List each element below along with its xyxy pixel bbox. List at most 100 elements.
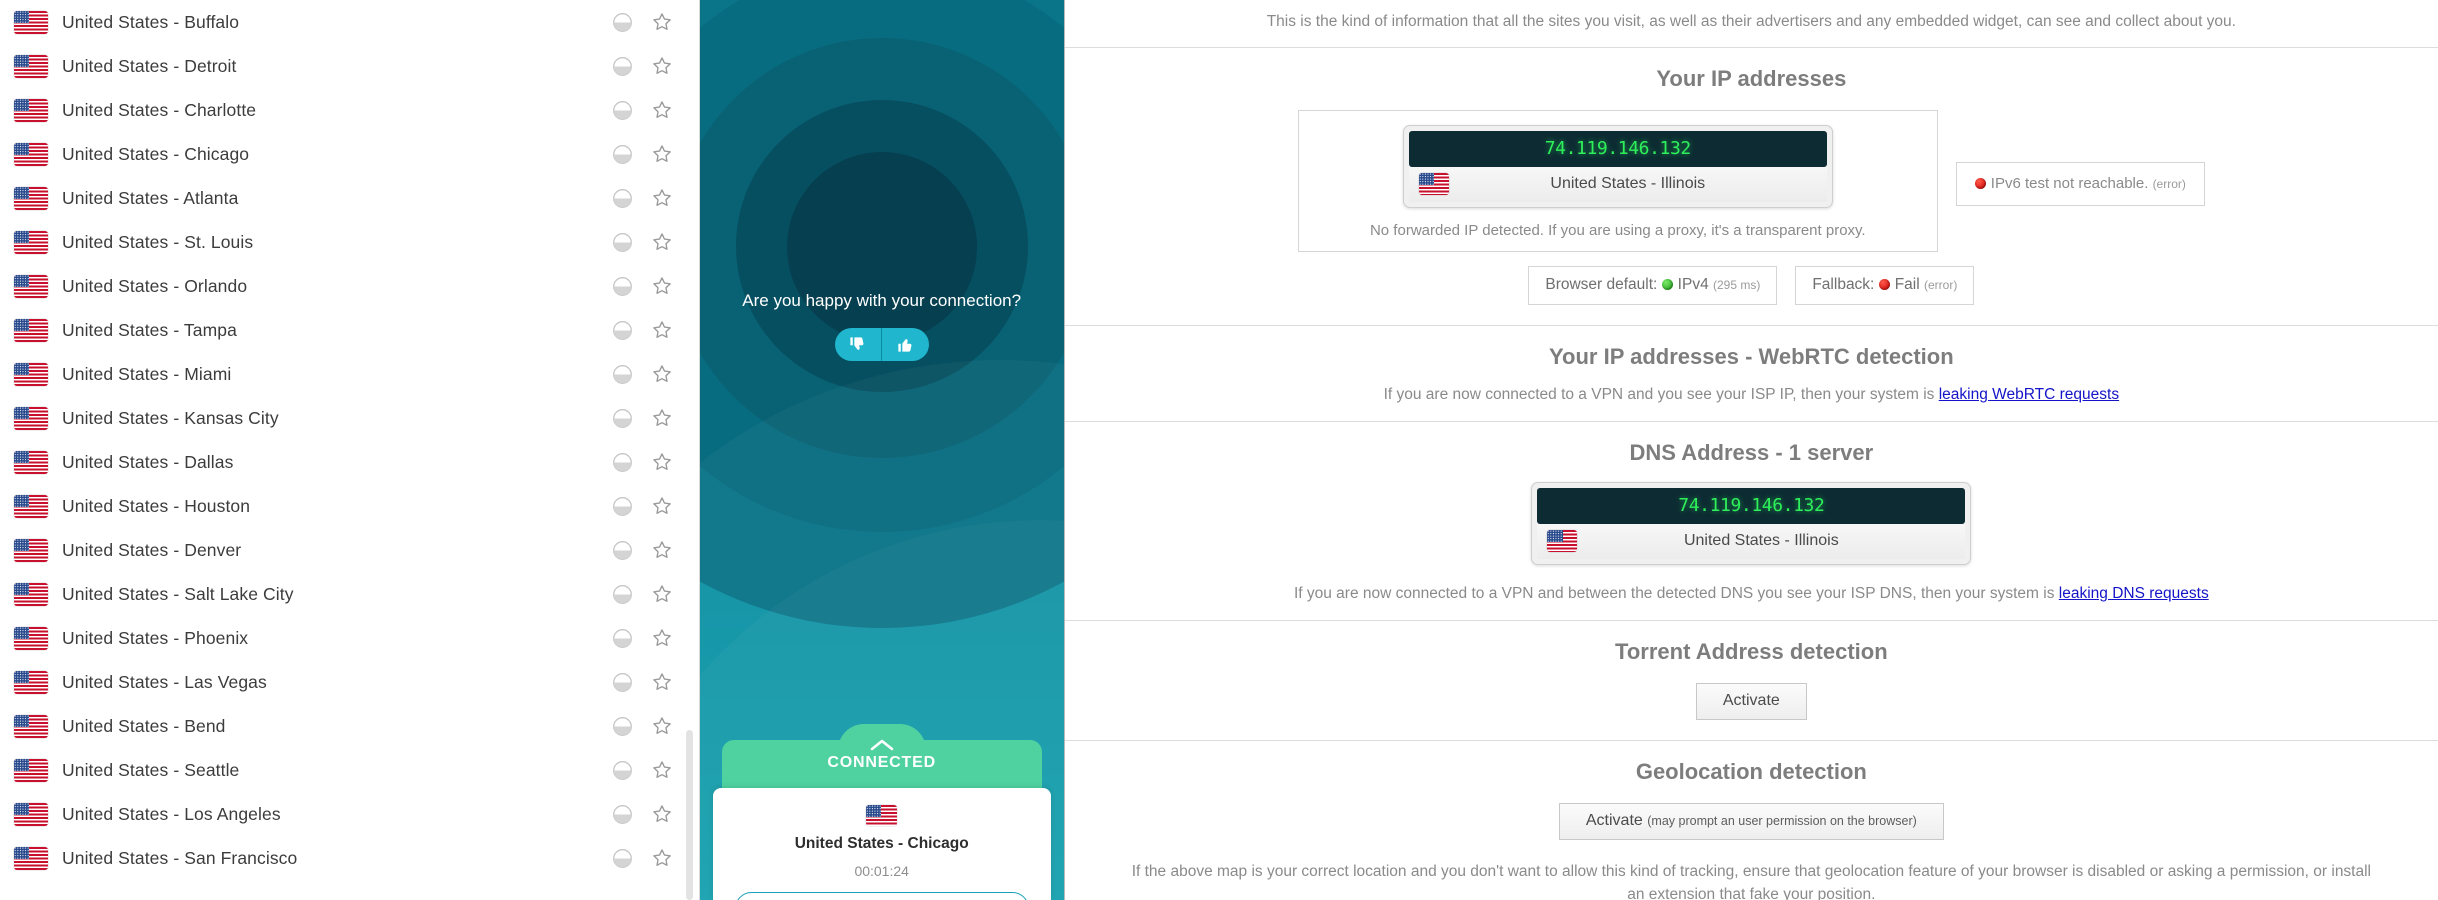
expand-handle[interactable] [837, 724, 926, 754]
thumbs-up-button[interactable] [881, 328, 929, 361]
connected-banner[interactable]: CONNECTED [721, 724, 1042, 788]
geolocation-activate-wrap: Activate (may prompt an user permission … [1065, 785, 2438, 860]
protocol-pills: Browser default: IPv4 (295 ms) Fallback:… [1065, 266, 2438, 325]
favorite-star-icon[interactable] [651, 495, 673, 517]
server-load-icon[interactable] [612, 56, 633, 77]
server-load-icon[interactable] [612, 144, 633, 165]
favorite-star-icon[interactable] [651, 11, 673, 33]
server-list-item[interactable]: United States - Los Angeles [0, 792, 699, 836]
favorite-star-icon[interactable] [651, 847, 673, 869]
ipv6-error-tag: (error) [2152, 177, 2186, 191]
server-list-item[interactable]: United States - Miami [0, 352, 699, 396]
favorite-star-icon[interactable] [651, 363, 673, 385]
us-flag-icon [14, 846, 48, 870]
server-list-item[interactable]: United States - Dallas [0, 440, 699, 484]
server-load-icon[interactable] [612, 12, 633, 33]
favorite-star-icon[interactable] [651, 671, 673, 693]
server-load-icon[interactable] [612, 364, 633, 385]
server-list-item[interactable]: United States - Las Vegas [0, 660, 699, 704]
us-flag-icon [14, 98, 48, 122]
favorite-star-icon[interactable] [651, 55, 673, 77]
server-name: United States - Dallas [62, 451, 234, 472]
leaking-webrtc-link[interactable]: leaking WebRTC requests [1939, 386, 2119, 403]
server-load-icon[interactable] [612, 452, 633, 473]
favorite-star-icon[interactable] [651, 715, 673, 737]
server-row-actions [612, 660, 699, 704]
favorite-star-icon[interactable] [651, 187, 673, 209]
server-list-item[interactable]: United States - Tampa [0, 308, 699, 352]
ip-location-label: United States - Illinois [1550, 175, 1706, 192]
favorite-star-icon[interactable] [651, 319, 673, 341]
server-load-icon[interactable] [612, 188, 633, 209]
geolocation-activate-button[interactable]: Activate (may prompt an user permission … [1558, 803, 1944, 840]
dns-location-label: United States - Illinois [1683, 532, 1839, 549]
server-load-icon[interactable] [612, 804, 633, 825]
favorite-star-icon[interactable] [651, 143, 673, 165]
server-list-item[interactable]: United States - Detroit [0, 44, 699, 88]
disconnect-button[interactable]: Disconnect [734, 892, 1029, 900]
server-name: United States - Las Vegas [62, 671, 267, 692]
server-load-icon[interactable] [612, 408, 633, 429]
favorite-star-icon[interactable] [651, 627, 673, 649]
favorite-star-icon[interactable] [651, 231, 673, 253]
fallback-pill: Fallback: Fail (error) [1795, 266, 1975, 305]
favorite-star-icon[interactable] [651, 539, 673, 561]
server-list-item[interactable]: United States - Orlando [0, 264, 699, 308]
favorite-star-icon[interactable] [651, 759, 673, 781]
server-list-item[interactable]: United States - Chicago [0, 132, 699, 176]
server-load-icon[interactable] [612, 540, 633, 561]
server-load-icon[interactable] [612, 716, 633, 737]
server-list-item[interactable]: United States - Bend [0, 704, 699, 748]
server-list-item[interactable]: United States - Phoenix [0, 616, 699, 660]
favorite-star-icon[interactable] [651, 275, 673, 297]
server-list-item[interactable]: United States - Kansas City [0, 396, 699, 440]
server-load-icon[interactable] [612, 276, 633, 297]
server-list-item[interactable]: United States - Buffalo [0, 0, 699, 44]
server-name: United States - Salt Lake City [62, 583, 294, 604]
server-load-icon[interactable] [612, 672, 633, 693]
server-name: United States - Charlotte [62, 99, 257, 120]
us-flag-icon [14, 318, 48, 342]
server-list-item[interactable]: United States - Salt Lake City [0, 572, 699, 616]
server-list-item[interactable]: United States - Seattle [0, 748, 699, 792]
server-list-item[interactable]: United States - Atlanta [0, 176, 699, 220]
geolocation-note: If the above map is your correct locatio… [1131, 863, 2371, 900]
leaking-dns-link[interactable]: leaking DNS requests [2059, 585, 2209, 602]
vpn-server-list[interactable]: United States - Buffalo United States - D… [0, 0, 699, 900]
favorite-star-icon[interactable] [651, 451, 673, 473]
dns-card: 74.119.146.132 United States - Illinois [1531, 482, 1972, 565]
torrent-activate-button[interactable]: Activate [1695, 683, 1807, 720]
server-list-item[interactable]: United States - Denver [0, 528, 699, 572]
server-name: United States - Miami [62, 363, 232, 384]
server-load-icon[interactable] [612, 628, 633, 649]
server-list-scrollbar[interactable] [685, 730, 693, 900]
server-row-actions [612, 176, 699, 220]
torrent-title: Torrent Address detection [1615, 639, 1888, 664]
server-load-icon[interactable] [612, 320, 633, 341]
us-flag-icon [14, 714, 48, 738]
server-load-icon[interactable] [612, 584, 633, 605]
server-load-icon[interactable] [612, 100, 633, 121]
favorite-star-icon[interactable] [651, 99, 673, 121]
us-flag-icon [14, 670, 48, 694]
favorite-star-icon[interactable] [651, 803, 673, 825]
us-flag-icon [14, 450, 48, 474]
server-load-icon[interactable] [612, 496, 633, 517]
ipv4-address: 74.119.146.132 [1408, 131, 1827, 167]
us-flag-icon [14, 802, 48, 826]
server-list-item[interactable]: United States - Charlotte [0, 88, 699, 132]
server-load-icon[interactable] [612, 232, 633, 253]
server-list-item[interactable]: United States - St. Louis [0, 220, 699, 264]
favorite-star-icon[interactable] [651, 583, 673, 605]
server-list-item[interactable]: United States - San Francisco [0, 836, 699, 880]
server-load-icon[interactable] [612, 848, 633, 869]
us-flag-icon [14, 582, 48, 606]
server-list-item[interactable]: United States - Houston [0, 484, 699, 528]
connected-label: CONNECTED [827, 754, 936, 771]
thumbs-down-button[interactable] [834, 328, 882, 361]
favorite-star-icon[interactable] [651, 407, 673, 429]
fallback-value: Fail [1894, 276, 1920, 293]
server-load-icon[interactable] [612, 760, 633, 781]
connection-feedback-prompt: Are you happy with your connection? [700, 288, 1064, 361]
server-name: United States - Buffalo [62, 11, 240, 32]
